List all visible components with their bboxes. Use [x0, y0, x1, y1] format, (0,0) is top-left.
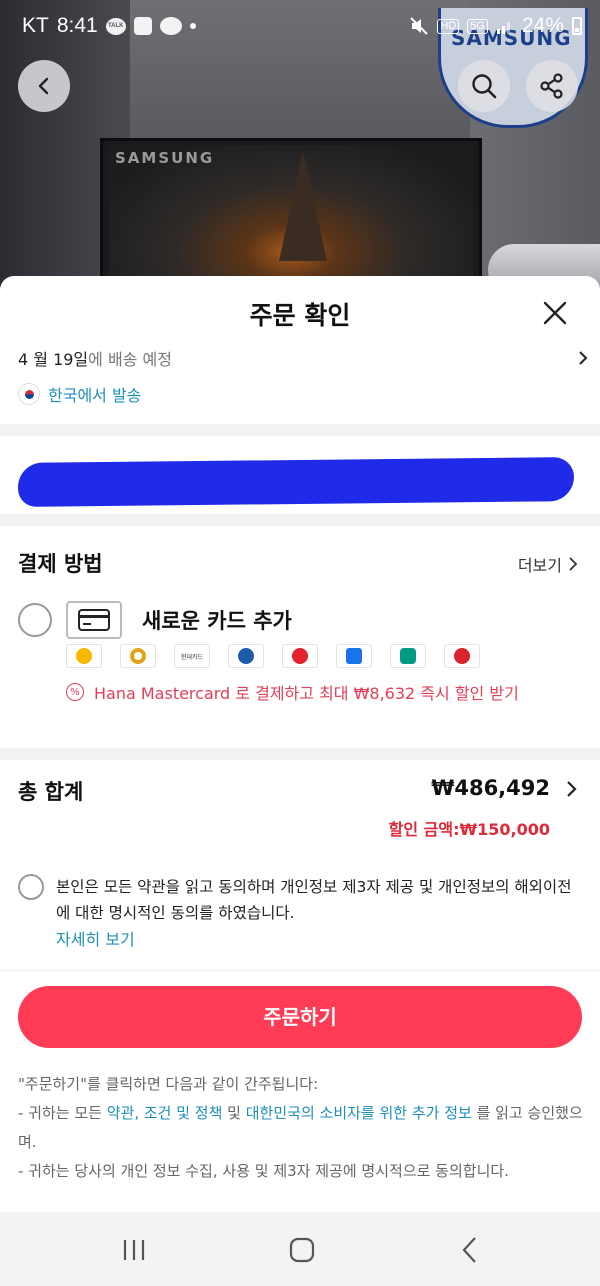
- legal-text: 및: [222, 1104, 246, 1122]
- delivery-date-value: 4 월 19일: [18, 350, 89, 369]
- system-back-button[interactable]: [450, 1230, 490, 1270]
- 5g-icon: 5G: [467, 18, 488, 34]
- new-card-radio[interactable]: [18, 603, 52, 637]
- discount-icon: %: [66, 683, 84, 701]
- lotte-card-icon: [282, 644, 318, 668]
- search-button[interactable]: [458, 60, 510, 112]
- sheet-title: 주문 확인: [249, 301, 351, 330]
- system-nav-bar: [0, 1212, 600, 1286]
- total-label: 총 합계: [18, 780, 84, 804]
- samsung-card-icon: [336, 644, 372, 668]
- payment-method-title: 결제 방법: [18, 552, 103, 576]
- cloud-icon: [159, 17, 182, 35]
- divider-line: [0, 970, 600, 971]
- bc-card-icon: [444, 644, 480, 668]
- legal-line-1: "주문하기"를 클릭하면 다음과 같이 간주됩니다:: [18, 1075, 319, 1093]
- chevron-left-icon: [38, 77, 49, 95]
- home-icon: [289, 1237, 315, 1263]
- agree-checkbox[interactable]: [18, 874, 44, 900]
- delivery-date-suffix: 에 배송 예정: [88, 350, 172, 369]
- order-confirm-sheet: 주문 확인 4 월 19일에 배송 예정 한국에서 발송 결제 방법 더보기 새…: [0, 276, 600, 1212]
- place-order-button[interactable]: 주문하기: [18, 986, 582, 1048]
- legal-line-3: - 귀하는 당사의 개인 정보 수집, 사용 및 제3자 제공에 명시적으로 동…: [18, 1162, 509, 1180]
- delivery-date: 4 월 19일에 배송 예정: [18, 346, 582, 370]
- close-button[interactable]: [540, 298, 570, 328]
- delivery-info[interactable]: 4 월 19일에 배송 예정 한국에서 발송: [18, 346, 582, 406]
- more-label: 더보기: [517, 556, 562, 575]
- carrier: KT: [22, 14, 49, 37]
- chevron-right-icon: [569, 557, 578, 571]
- card-promo[interactable]: % Hana Mastercard 로 결제하고 최대 ₩8,632 즉시 할인…: [66, 680, 519, 704]
- ship-from-label: 한국에서 발송: [48, 386, 142, 405]
- more-notifications-icon: [189, 23, 196, 29]
- kakaotalk-icon: TALK: [105, 17, 126, 35]
- section-divider: [0, 748, 600, 760]
- legal-notice: "주문하기"를 클릭하면 다음과 같이 간주됩니다: - 귀하는 모든 약관, …: [18, 1070, 584, 1186]
- bank-logos: 현대카드: [66, 644, 480, 668]
- shinhan-bank-icon: [228, 644, 264, 668]
- clock: 8:41: [56, 14, 98, 37]
- kb-bank-icon: [66, 644, 102, 668]
- total-amount[interactable]: ₩486,492: [431, 776, 550, 800]
- tv-monitor: SAMSUNG: [100, 138, 482, 298]
- ship-from: 한국에서 발송: [18, 382, 582, 406]
- more-payment-link[interactable]: 더보기: [518, 552, 578, 576]
- hyundai-card-icon: 현대카드: [174, 644, 210, 668]
- card-promo-text: Hana Mastercard 로 결제하고 최대 ₩8,632 즉시 할인 받…: [94, 684, 519, 703]
- shipping-address-redacted[interactable]: [17, 448, 575, 510]
- status-bar: KT 8:41 TALK HD 5G 24%: [0, 0, 600, 52]
- agree-text: 본인은 모든 약관을 읽고 동의하며 개인정보 제3자 제공 및 개인정보의 해…: [56, 878, 572, 922]
- hana-bank-icon: [390, 644, 426, 668]
- gallery-icon: [133, 17, 152, 35]
- legal-text: - 귀하는 모든: [18, 1104, 107, 1122]
- woori-bank-icon: [120, 644, 156, 668]
- signal-icon: [496, 22, 510, 34]
- discount-amount: 할인 금액:₩150,000: [388, 820, 550, 839]
- see-details-link[interactable]: 자세히 보기: [56, 926, 135, 950]
- search-icon: [472, 74, 497, 99]
- close-icon: [543, 301, 567, 325]
- legal-line-2: - 귀하는 모든 약관, 조건 및 정책 및 대한민국의 소비자를 위한 추가 …: [18, 1099, 584, 1157]
- recent-apps-button[interactable]: [114, 1230, 154, 1270]
- tv-brand-text: SAMSUNG: [115, 149, 215, 167]
- back-button[interactable]: [18, 60, 70, 112]
- chevron-right-icon[interactable]: [566, 780, 578, 798]
- terms-link[interactable]: 약관, 조건 및 정책: [107, 1104, 223, 1122]
- new-card-option[interactable]: 새로운 카드 추가: [18, 600, 582, 640]
- battery-percent: 24%: [521, 14, 564, 37]
- consumer-info-link[interactable]: 대한민국의 소비자를 위한 추가 정보: [246, 1104, 472, 1122]
- share-icon: [540, 73, 563, 99]
- section-divider: [0, 514, 600, 526]
- redaction-scribble: [17, 457, 575, 507]
- credit-card-icon: [66, 601, 122, 639]
- mute-icon: [410, 17, 429, 35]
- new-card-label: 새로운 카드 추가: [142, 609, 292, 633]
- hd-icon: HD: [437, 18, 460, 34]
- home-button[interactable]: [282, 1230, 322, 1270]
- chevron-right-icon[interactable]: [576, 350, 590, 366]
- tv-artwork: [279, 151, 327, 261]
- battery-icon: [572, 17, 582, 35]
- recent-apps-icon: [123, 1240, 145, 1260]
- korea-flag-icon: [18, 383, 40, 405]
- share-button[interactable]: [526, 60, 578, 112]
- section-divider: [0, 424, 600, 436]
- back-icon: [462, 1237, 476, 1263]
